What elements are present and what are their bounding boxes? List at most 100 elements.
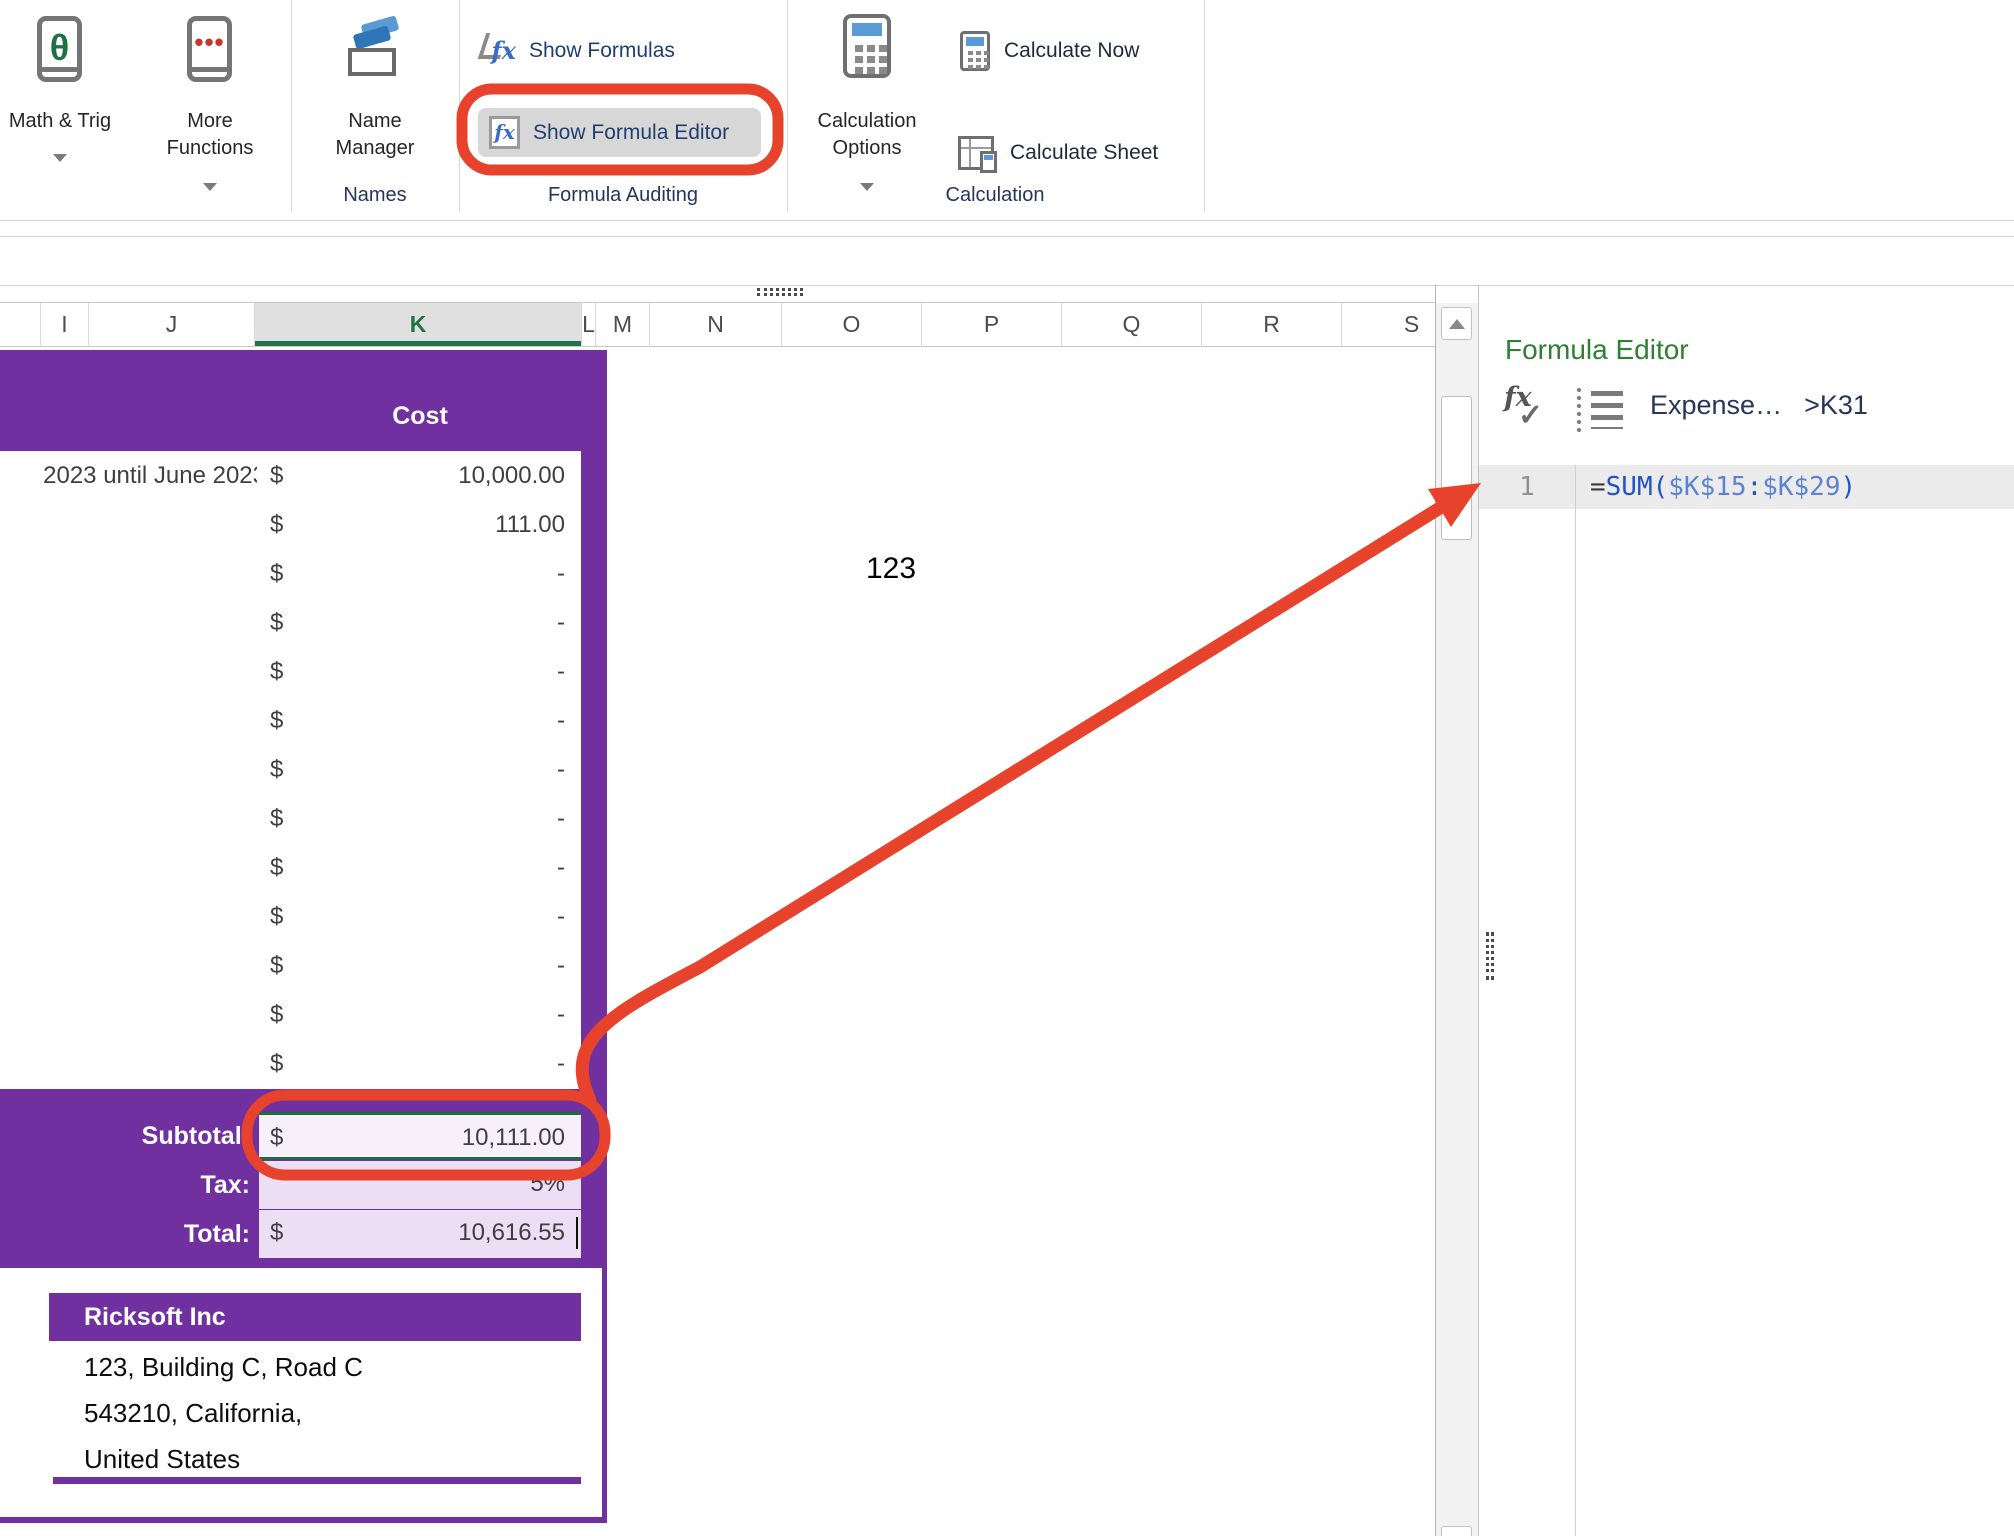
- currency-symbol: $: [270, 696, 283, 745]
- formula-token: ): [1841, 472, 1857, 502]
- cost-row[interactable]: $-: [0, 696, 581, 745]
- cost-row[interactable]: $111.00: [0, 500, 581, 549]
- formula-token: SUM(: [1606, 472, 1669, 502]
- panel-splitter-grip[interactable]: [1486, 932, 1494, 980]
- cost-value: -: [557, 549, 565, 598]
- cost-row[interactable]: $-: [0, 549, 581, 598]
- column-header-L[interactable]: L: [582, 303, 596, 346]
- company-name: Ricksoft Inc: [84, 1293, 226, 1341]
- company-underline: [53, 1477, 581, 1484]
- summary-value-cell[interactable]: $10,111.00: [259, 1112, 581, 1160]
- show-formulas-icon: fx: [478, 31, 516, 71]
- cost-column-header: Cost: [259, 402, 581, 431]
- calculation-options-dropdown-icon[interactable]: [860, 183, 874, 191]
- show-formulas-label: Show Formulas: [529, 39, 675, 63]
- formula-cell-reference[interactable]: Expense… >K31: [1650, 390, 1868, 421]
- arrow-up-icon: [1449, 319, 1465, 329]
- company-name-bar: Ricksoft Inc: [49, 1293, 581, 1341]
- cost-row[interactable]: $-: [0, 745, 581, 794]
- text-cursor: [576, 1217, 578, 1249]
- currency-symbol: $: [270, 647, 283, 696]
- show-formula-editor-button[interactable]: fx Show Formula Editor: [478, 108, 761, 157]
- column-header-N[interactable]: N: [650, 303, 782, 346]
- formula-line-number: 1: [1479, 465, 1575, 509]
- currency-symbol: $: [270, 892, 283, 941]
- formula-input[interactable]: =SUM($K$15:$K$29): [1590, 465, 1856, 509]
- annotation-arrow-line: [582, 506, 1443, 1100]
- column-headers: IJKLMNOPQRS: [0, 302, 1436, 347]
- column-header-Q[interactable]: Q: [1062, 303, 1202, 346]
- summary-row[interactable]: Total:$10,616.55: [0, 1210, 607, 1259]
- summary-row[interactable]: Tax:5%: [0, 1161, 607, 1210]
- show-formula-editor-label: Show Formula Editor: [533, 121, 729, 145]
- column-header-O[interactable]: O: [782, 303, 922, 346]
- scrollbar-thumb[interactable]: [1441, 396, 1472, 540]
- calculate-sheet-button[interactable]: Calculate Sheet: [958, 132, 1158, 174]
- currency-symbol: $: [270, 1039, 283, 1088]
- currency-symbol: $: [270, 745, 283, 794]
- cell-address: >K31: [1804, 390, 1868, 420]
- column-header-I[interactable]: I: [41, 303, 89, 346]
- more-functions-button[interactable]: ••• More Functions: [150, 0, 270, 200]
- currency-symbol: $: [270, 451, 283, 500]
- cost-value: -: [557, 696, 565, 745]
- function-list-icon[interactable]: [1577, 388, 1625, 432]
- more-functions-dropdown-icon[interactable]: [203, 183, 217, 191]
- cost-value: -: [557, 990, 565, 1039]
- column-header-S[interactable]: S: [1342, 303, 1436, 346]
- sheet-name: Expense…: [1650, 390, 1782, 420]
- math-trig-dropdown-icon[interactable]: [53, 154, 67, 162]
- currency-symbol: $: [270, 549, 283, 598]
- calculate-sheet-icon: [958, 136, 994, 170]
- company-address-line: 543210, California,: [84, 1398, 302, 1429]
- scrollbar-down-button[interactable]: [1441, 1526, 1472, 1536]
- name-manager-button[interactable]: Name Manager: [315, 0, 435, 200]
- cost-value: -: [557, 647, 565, 696]
- scrollbar-up-button[interactable]: [1441, 307, 1472, 340]
- group-label-names: Names: [315, 184, 435, 207]
- currency-symbol: $: [270, 843, 283, 892]
- cost-value: -: [557, 745, 565, 794]
- summary-value-cell[interactable]: 5%: [259, 1161, 581, 1209]
- floating-cell-text[interactable]: 123: [845, 552, 937, 586]
- currency-symbol: $: [270, 1210, 283, 1255]
- cost-row[interactable]: $-: [0, 1039, 581, 1088]
- ribbon-bottom-line: [0, 220, 2014, 221]
- show-formulas-button[interactable]: fx Show Formulas: [478, 28, 675, 74]
- vertical-scrollbar[interactable]: [1436, 303, 1478, 1536]
- summary-label: Tax:: [0, 1161, 250, 1210]
- group-label-calculation: Calculation: [915, 184, 1075, 207]
- cost-row[interactable]: $-: [0, 843, 581, 892]
- cost-value: -: [557, 794, 565, 843]
- cost-row[interactable]: $-: [0, 598, 581, 647]
- summary-value-cell[interactable]: $10,616.55: [259, 1210, 581, 1258]
- cost-row[interactable]: $-: [0, 794, 581, 843]
- ribbon-divider: [1204, 0, 1205, 212]
- cost-row[interactable]: $-: [0, 647, 581, 696]
- cost-row[interactable]: $10,000.00: [0, 451, 581, 500]
- calculate-now-button[interactable]: Calculate Now: [960, 30, 1139, 72]
- column-header-blank[interactable]: [0, 303, 41, 346]
- column-header-P[interactable]: P: [922, 303, 1062, 346]
- currency-symbol: $: [270, 598, 283, 647]
- column-header-M[interactable]: M: [596, 303, 650, 346]
- column-header-K[interactable]: K: [255, 303, 582, 346]
- cost-row[interactable]: $-: [0, 892, 581, 941]
- summary-value: 10,616.55: [458, 1210, 565, 1255]
- calculation-options-button[interactable]: Calculation Options: [807, 0, 927, 200]
- column-header-J[interactable]: J: [89, 303, 255, 346]
- cost-row[interactable]: $-: [0, 990, 581, 1039]
- pane-splitter-grip[interactable]: [757, 288, 803, 296]
- summary-label: Total:: [0, 1210, 250, 1259]
- summary-value: 10,111.00: [462, 1115, 565, 1160]
- ribbon-divider: [291, 0, 292, 212]
- more-functions-book-icon: •••: [187, 16, 232, 82]
- fx-check-icon[interactable]: fx ✓: [1504, 382, 1556, 434]
- summary-row[interactable]: Subtotal:$10,111.00: [0, 1112, 607, 1161]
- column-header-R[interactable]: R: [1202, 303, 1342, 346]
- cost-value: -: [557, 941, 565, 990]
- cost-row[interactable]: $-: [0, 941, 581, 990]
- cost-value: -: [557, 892, 565, 941]
- math-trig-button[interactable]: θ Math & Trig: [0, 0, 120, 200]
- formula-token: :: [1747, 472, 1763, 502]
